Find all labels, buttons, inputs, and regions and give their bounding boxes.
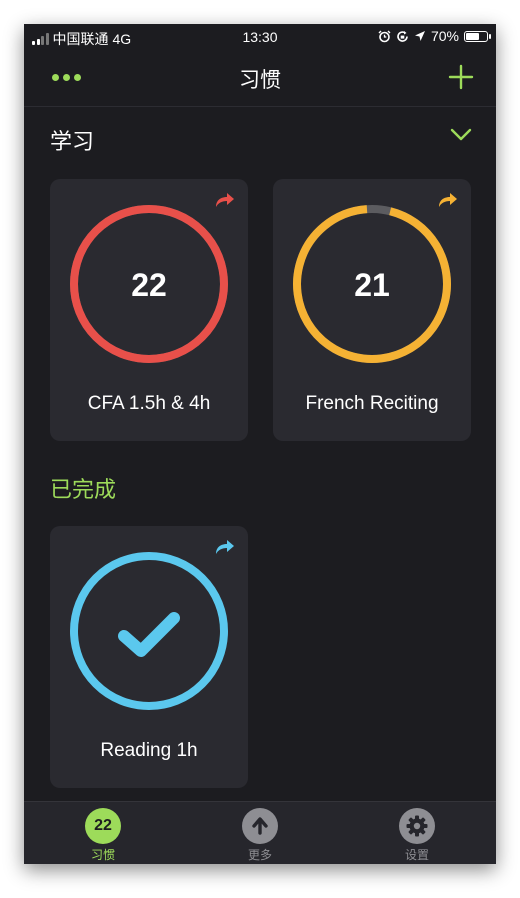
add-habit-button[interactable] bbox=[448, 64, 474, 90]
section-header-learning[interactable]: 学习 bbox=[24, 120, 496, 160]
page-title: 习惯 bbox=[239, 69, 281, 92]
tab-bar: 22 习惯 更多 设置 bbox=[24, 801, 496, 864]
section-title: 学习 bbox=[50, 129, 95, 154]
nav-bar: 习惯 bbox=[24, 50, 496, 107]
habit-label: French Reciting bbox=[305, 393, 439, 414]
habit-card[interactable]: 21 French Reciting bbox=[273, 179, 471, 441]
arrow-up-icon bbox=[242, 808, 278, 844]
habits-count-badge: 22 bbox=[94, 817, 112, 834]
gear-icon bbox=[399, 808, 435, 844]
tab-label: 设置 bbox=[404, 848, 429, 862]
tab-habits[interactable]: 22 习惯 bbox=[43, 808, 163, 863]
habit-label: CFA 1.5h & 4h bbox=[87, 393, 211, 414]
habits-badge: 22 bbox=[85, 808, 121, 844]
tab-settings[interactable]: 设置 bbox=[357, 808, 477, 863]
phone-screen: 中国联通 4G 13:30 70% 习惯 学习 22 CFA 1.5h & 4h… bbox=[24, 24, 496, 864]
status-right: 70% bbox=[378, 28, 491, 44]
chevron-down-icon[interactable] bbox=[450, 128, 472, 142]
section-title-completed: 已完成 bbox=[50, 477, 117, 502]
status-bar: 中国联通 4G 13:30 70% bbox=[24, 24, 496, 50]
tab-more[interactable]: 更多 bbox=[200, 808, 320, 863]
checkmark-icon bbox=[118, 612, 180, 657]
alarm-icon bbox=[378, 30, 391, 42]
habit-label: Reading 1h bbox=[100, 740, 198, 761]
battery-percent: 70% bbox=[430, 28, 459, 44]
tab-label: 更多 bbox=[247, 848, 272, 862]
habit-count: 22 bbox=[131, 267, 167, 303]
battery-icon bbox=[464, 30, 491, 42]
habit-count: 21 bbox=[354, 267, 390, 303]
completed-habit-card[interactable]: Reading 1h bbox=[50, 526, 248, 788]
habit-card[interactable]: 22 CFA 1.5h & 4h bbox=[50, 179, 248, 441]
rotation-lock-icon bbox=[397, 30, 408, 42]
tab-label: 习惯 bbox=[90, 848, 115, 862]
location-icon bbox=[414, 31, 425, 41]
